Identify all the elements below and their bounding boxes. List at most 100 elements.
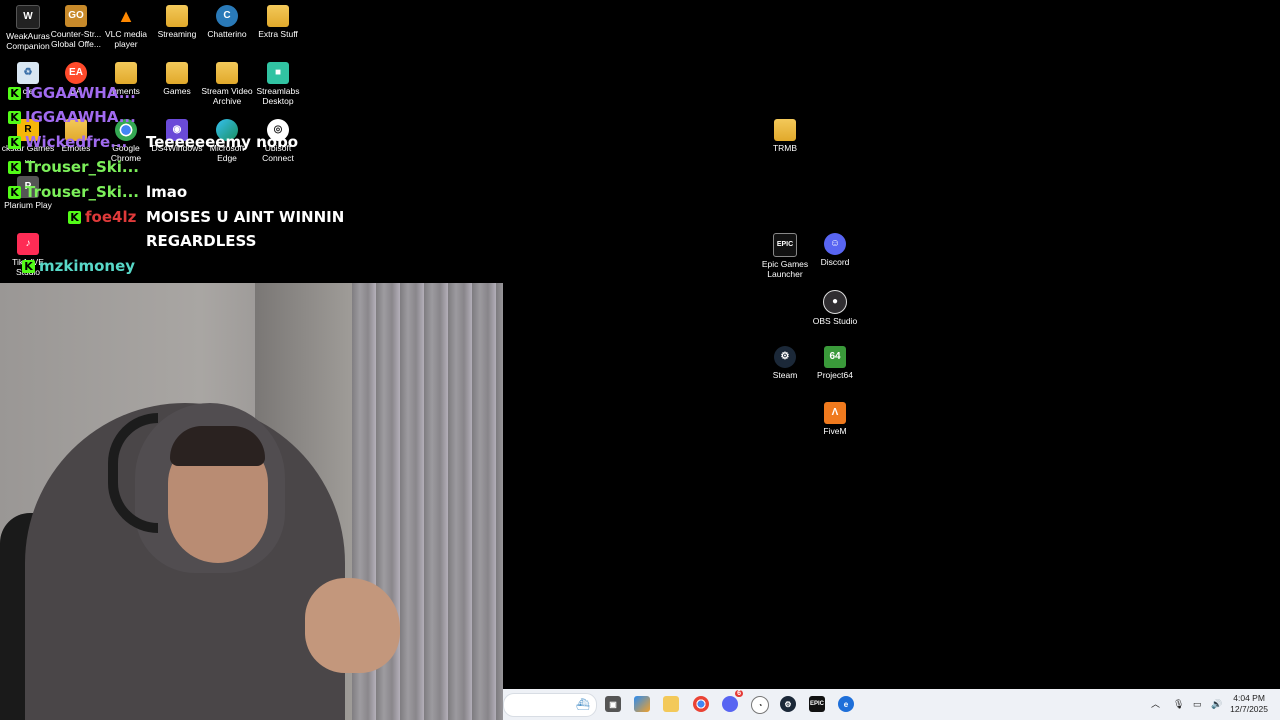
- file-explorer-icon[interactable]: [663, 696, 679, 712]
- chat-username: Trouser_Ski...: [25, 183, 139, 201]
- icon-label: Counter-Str... Global Offe...: [50, 29, 102, 49]
- kick-badge-icon: K: [8, 161, 21, 174]
- kick-badge-icon: K: [22, 260, 35, 273]
- icon-label: Stream Video Archive: [201, 86, 253, 106]
- chat-line: K IGGAAWHA...: [8, 84, 136, 102]
- counterstrike-shortcut[interactable]: GO Counter-Str... Global Offe...: [48, 5, 104, 49]
- games-folder[interactable]: Games: [149, 62, 205, 96]
- chat-line: K Trouser_Ski...: [8, 158, 139, 176]
- chat-message: lmao: [146, 183, 188, 201]
- steam-shortcut[interactable]: ⚙ Steam: [757, 346, 813, 380]
- ea-icon: EA: [65, 62, 87, 84]
- search-highlight-icon: ⛴: [576, 699, 590, 711]
- chat-message: MOISES U AINT WINNIN: [146, 208, 345, 226]
- hair: [170, 426, 265, 466]
- obs-icon: ●: [823, 290, 847, 314]
- discord-taskbar-icon[interactable]: 6: [722, 690, 743, 712]
- project64-icon: 64: [824, 346, 846, 368]
- icon-label: Project64: [817, 370, 853, 380]
- chat-message: REGARDLESS: [146, 232, 257, 250]
- network-icon[interactable]: ▭: [1193, 689, 1202, 720]
- vlc-cone-icon: ▲: [117, 6, 135, 26]
- icon-label: Plarium Play: [4, 200, 52, 210]
- fivem-icon: Λ: [824, 402, 846, 424]
- clock-app-icon[interactable]: ◔: [751, 696, 769, 714]
- folder-icon: [166, 62, 188, 84]
- icon-label: TRMB: [772, 143, 798, 153]
- chat-username: mzkimoney: [39, 257, 136, 275]
- folder-icon: [115, 62, 137, 84]
- epic-games-shortcut[interactable]: EPIC Epic Games Launcher: [757, 233, 813, 279]
- obs-shortcut[interactable]: ● OBS Studio: [807, 290, 863, 326]
- taskbar-search-box[interactable]: ⛴: [503, 693, 597, 717]
- vlc-shortcut[interactable]: ▲ VLC media player: [98, 5, 154, 49]
- icon-label: Streaming: [157, 29, 197, 39]
- clock-date: 12/7/2025: [1230, 704, 1268, 714]
- fivem-shortcut[interactable]: Λ FiveM: [807, 402, 863, 436]
- volume-icon[interactable]: 🔊: [1211, 689, 1222, 720]
- epic-games-taskbar-icon[interactable]: EPIC: [809, 696, 825, 712]
- task-view-icon[interactable]: ▣: [605, 696, 621, 712]
- chat-line: Kfoe4lz MOISES U AINT WINNIN: [68, 208, 344, 226]
- kick-badge-icon: K: [8, 136, 21, 149]
- streamlabs-icon: ■: [267, 62, 289, 84]
- chat-message: Teeeeeeemy nobo: [146, 133, 299, 151]
- icon-label: Streamlabs Desktop: [256, 86, 300, 106]
- notification-badge: 6: [735, 690, 743, 697]
- icon-label: Chatterino: [207, 29, 247, 39]
- icon-label: Games: [163, 86, 191, 96]
- tiktok-icon: ♪: [17, 233, 39, 255]
- taskbar: ⛴ ▣ 6 ◔ ⚙ EPIC e ︿ 🎙 ▭ 🔊 4:04 PM 12/7/20…: [503, 689, 1280, 720]
- extrastuff-folder[interactable]: Extra Stuff: [250, 5, 306, 39]
- streamvideo-folder[interactable]: Stream Video Archive: [199, 62, 255, 106]
- project64-shortcut[interactable]: 64 Project64: [807, 346, 863, 380]
- chat-line: K Wickedfre... Teeeeeeemy nobo: [8, 133, 298, 151]
- kick-badge-icon: K: [8, 87, 21, 100]
- chat-line: Kmzkimoney: [22, 257, 135, 275]
- microphone-icon[interactable]: 🎙: [1173, 689, 1184, 720]
- folder-icon: [166, 5, 188, 27]
- clock-time: 4:04 PM: [1233, 693, 1265, 703]
- icon-label: FiveM: [823, 426, 847, 436]
- icon-label: Epic Games Launcher: [761, 259, 809, 279]
- show-hidden-icons-chevron-icon[interactable]: ︿: [1151, 689, 1160, 720]
- icon-label: VLC media player: [104, 29, 148, 49]
- icon-label: Steam: [772, 370, 798, 380]
- chrome-taskbar-icon[interactable]: [693, 696, 709, 712]
- csgo-icon: GO: [65, 5, 87, 27]
- folder-icon: [267, 5, 289, 27]
- kick-badge-icon: K: [8, 111, 21, 124]
- folder-icon: [774, 119, 796, 141]
- streaming-folder[interactable]: Streaming: [149, 5, 205, 39]
- chat-username: Trouser_Ski...: [25, 158, 139, 176]
- chatterino-shortcut[interactable]: C Chatterino: [199, 5, 255, 39]
- folder-icon: [216, 62, 238, 84]
- kick-badge-icon: K: [68, 211, 81, 224]
- icon-label: OBS Studio: [812, 316, 858, 326]
- chatterino-icon: C: [216, 5, 238, 27]
- icon-label: Discord: [820, 257, 850, 267]
- chat-username: foe4lz: [85, 208, 137, 226]
- hand: [305, 578, 400, 673]
- recycle-bin-icon: ♻: [17, 62, 39, 84]
- epic-games-icon: EPIC: [773, 233, 797, 257]
- streamlabs-shortcut[interactable]: ■ Streamlabs Desktop: [250, 62, 306, 106]
- discord-icon: ☺: [824, 233, 846, 255]
- edge-dev-taskbar-icon[interactable]: e: [838, 696, 854, 712]
- chat-username: IGGAAWHA...: [25, 108, 136, 126]
- kick-badge-icon: K: [8, 186, 21, 199]
- steam-taskbar-icon[interactable]: ⚙: [780, 696, 796, 712]
- chat-line: REGARDLESS: [146, 232, 256, 250]
- icon-label: Extra Stuff: [258, 29, 298, 39]
- copilot-icon[interactable]: [634, 696, 650, 712]
- chat-username: Wickedfre...: [25, 133, 128, 151]
- taskbar-clock[interactable]: 4:04 PM 12/7/2025: [1230, 693, 1268, 715]
- steam-icon: ⚙: [774, 346, 796, 368]
- trmb-folder[interactable]: TRMB: [757, 119, 813, 153]
- chat-line: K Trouser_Ski... lmao: [8, 183, 187, 201]
- chat-username: IGGAAWHA...: [25, 84, 136, 102]
- discord-shortcut[interactable]: ☺ Discord: [807, 233, 863, 267]
- weakauras-icon: W: [16, 5, 40, 29]
- chat-line: K IGGAAWHA...: [8, 108, 136, 126]
- webcam-feed: [0, 283, 503, 720]
